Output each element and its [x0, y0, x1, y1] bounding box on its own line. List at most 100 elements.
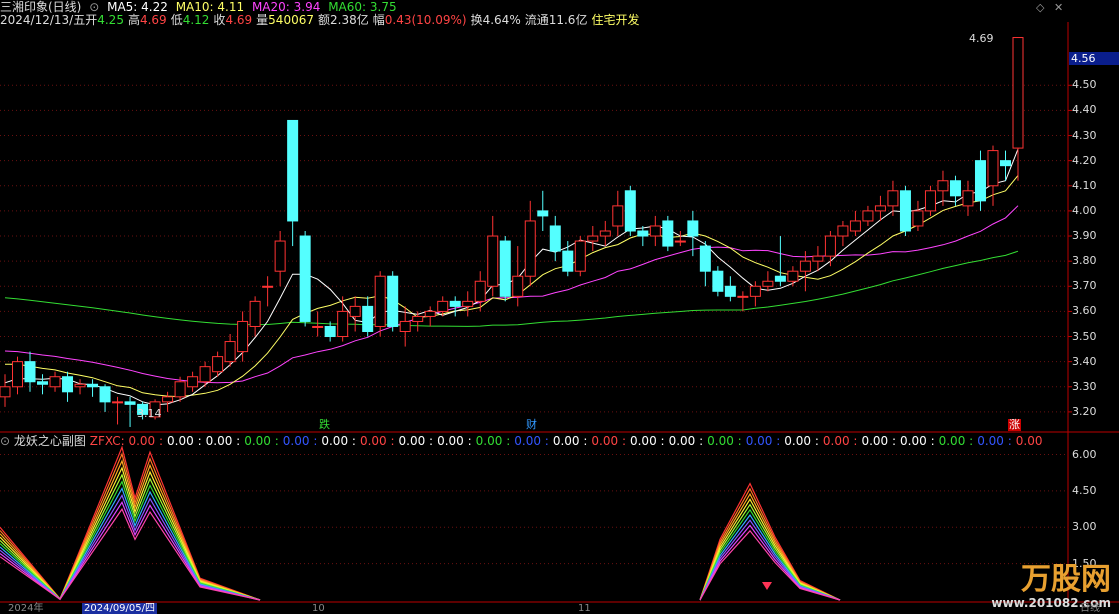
candle[interactable] — [162, 391, 174, 412]
candle-body — [374, 275, 386, 327]
candle[interactable] — [349, 296, 361, 332]
candle[interactable] — [324, 321, 336, 342]
candle[interactable] — [187, 371, 199, 392]
price-tick-label: 4.10 — [1072, 178, 1097, 192]
candle[interactable] — [849, 210, 861, 237]
candle[interactable] — [549, 215, 561, 262]
sub-value: 0.00 : — [745, 434, 781, 448]
candle-body — [724, 285, 736, 297]
candle-body — [399, 320, 411, 333]
candle-body — [462, 300, 474, 307]
candle-body — [112, 401, 124, 404]
sub-tick-label: 4.50 — [1072, 483, 1097, 497]
candle[interactable] — [424, 306, 436, 327]
candle[interactable] — [787, 266, 799, 287]
candle[interactable] — [462, 291, 474, 317]
time-axis: 2024年 2024/09/05/四 10 11 日线 — [0, 603, 1119, 614]
candle[interactable] — [249, 296, 261, 337]
sub-value: 0.00 : — [128, 434, 164, 448]
candle[interactable] — [999, 150, 1011, 181]
price-tick-label: 3.40 — [1072, 354, 1097, 368]
candle[interactable] — [12, 356, 24, 395]
time-month-10: 10 — [312, 603, 325, 614]
sub-value: 0.00 : — [668, 434, 704, 448]
candle[interactable] — [49, 371, 61, 392]
event-marker-cai[interactable]: 财 — [525, 419, 538, 431]
candle[interactable] — [362, 296, 374, 337]
candle[interactable] — [674, 231, 686, 247]
sub-value: 0.00 : — [398, 434, 434, 448]
candle[interactable] — [537, 190, 549, 231]
candle-body — [487, 235, 499, 287]
candle[interactable] — [837, 220, 849, 247]
candle[interactable] — [624, 185, 636, 237]
candle[interactable] — [487, 215, 499, 297]
candle[interactable] — [924, 185, 936, 216]
candle[interactable] — [374, 271, 386, 337]
candle[interactable] — [499, 236, 511, 302]
candle[interactable] — [649, 215, 661, 247]
candle-body — [862, 210, 874, 222]
candle[interactable] — [574, 236, 586, 277]
candle[interactable] — [474, 271, 486, 312]
candle-body — [812, 255, 824, 262]
candle[interactable] — [699, 241, 711, 287]
candle[interactable] — [824, 231, 836, 267]
candle[interactable] — [337, 296, 349, 342]
candle[interactable] — [712, 266, 724, 297]
candle[interactable] — [587, 225, 599, 252]
candle[interactable] — [737, 291, 749, 312]
candle-body — [849, 220, 861, 232]
candle[interactable] — [524, 200, 536, 287]
candle[interactable] — [687, 210, 699, 257]
candle[interactable] — [74, 379, 86, 395]
event-marker-zhang[interactable]: 涨 — [1008, 419, 1021, 431]
candle[interactable] — [274, 231, 286, 287]
candle[interactable] — [287, 119, 299, 247]
candle[interactable] — [99, 384, 111, 412]
candle[interactable] — [899, 185, 911, 237]
candle[interactable] — [24, 351, 36, 392]
candle[interactable] — [387, 271, 399, 332]
candle[interactable] — [299, 231, 311, 327]
candle-body — [649, 225, 661, 237]
candle[interactable] — [37, 374, 49, 395]
candle-body — [124, 401, 136, 405]
candle[interactable] — [112, 396, 124, 425]
candle-body — [312, 325, 324, 328]
candle[interactable] — [612, 190, 624, 237]
candle[interactable] — [862, 205, 874, 226]
candle[interactable] — [262, 276, 274, 307]
candle[interactable] — [449, 296, 461, 317]
candle[interactable] — [599, 220, 611, 247]
candle[interactable] — [237, 311, 249, 362]
candle-body — [449, 300, 461, 307]
candle-body — [537, 210, 549, 217]
sub-value: 0.00 : — [591, 434, 626, 448]
event-marker-die[interactable]: 跌 — [318, 419, 331, 431]
price-chart[interactable] — [0, 0, 1119, 603]
candle-body — [774, 275, 786, 282]
high-annotation: 4.69 — [969, 32, 994, 45]
candle[interactable] — [724, 276, 736, 302]
candle[interactable] — [87, 379, 99, 397]
candle[interactable] — [0, 374, 11, 407]
sub-value: 0.00 : — [629, 434, 665, 448]
time-selected-date[interactable]: 2024/09/05/四 — [82, 603, 158, 614]
candle[interactable] — [124, 396, 136, 427]
candle-body — [962, 190, 974, 207]
candle[interactable] — [62, 371, 74, 402]
sub-value: 0.00 : — [707, 434, 742, 448]
candle-body — [637, 230, 649, 237]
candle[interactable] — [937, 170, 949, 206]
candle[interactable] — [312, 311, 324, 337]
candle-body — [874, 205, 886, 212]
candle[interactable] — [662, 215, 674, 252]
candle[interactable] — [224, 334, 236, 367]
candle[interactable] — [637, 225, 649, 247]
candle[interactable] — [762, 271, 774, 292]
candle[interactable] — [562, 241, 574, 277]
candle[interactable] — [399, 306, 411, 347]
candle-body — [912, 210, 924, 227]
candle-body — [87, 383, 99, 388]
